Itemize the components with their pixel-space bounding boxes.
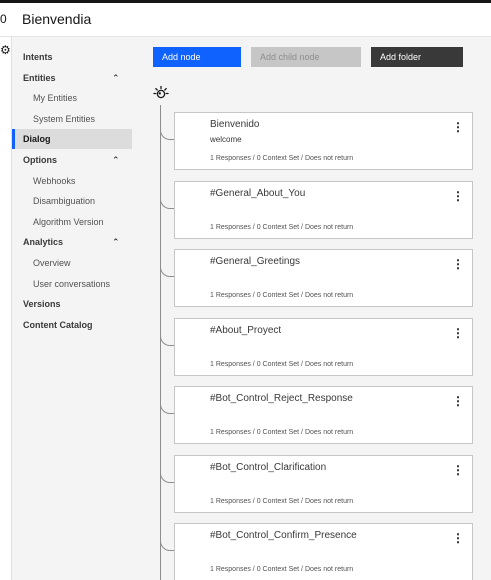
sidebar-item-dialog[interactable]: Dialog xyxy=(12,129,132,149)
watson-icon xyxy=(153,85,169,99)
sidebar-item-overview[interactable]: Overview xyxy=(12,253,132,273)
header-edge-glyph: 0 xyxy=(0,12,7,26)
sidebar-item-content-catalog[interactable]: Content Catalog xyxy=(12,315,132,335)
add-child-node-button: Add child node xyxy=(251,47,361,67)
overflow-menu-icon[interactable]: ⋮ xyxy=(452,326,464,342)
node-connector xyxy=(160,110,174,140)
overflow-menu-icon[interactable]: ⋮ xyxy=(452,257,464,273)
node-connector xyxy=(160,316,174,346)
sidebar-item-disambiguation[interactable]: Disambiguation xyxy=(12,191,132,211)
node-summary: 1 Responses / 0 Context Set / Does not r… xyxy=(210,566,354,573)
sidebar-item-system-entities[interactable]: System Entities xyxy=(12,109,132,129)
node-connector xyxy=(160,247,174,277)
sidebar-item-my-entities[interactable]: My Entities xyxy=(12,88,132,108)
sidebar-item-algorithm-version[interactable]: Algorithm Version xyxy=(12,212,132,232)
node-title: #About_Proyect xyxy=(210,325,282,336)
node-connector xyxy=(160,384,174,414)
node-summary: 1 Responses / 0 Context Set / Does not r… xyxy=(210,155,354,162)
node-title: #Bot_Control_Reject_Response xyxy=(210,393,353,404)
dialog-node[interactable]: Bienvenido welcome 1 Responses / 0 Context… xyxy=(174,112,473,170)
node-summary: 1 Responses / 0 Context Set / Does not r… xyxy=(210,498,354,505)
sidebar-item-label: Algorithm Version xyxy=(33,217,104,227)
node-title: #General_About_You xyxy=(210,188,306,199)
sidebar-item-label: Webhooks xyxy=(33,176,76,186)
left-rail: ⚙ xyxy=(0,37,12,580)
app-header: 0 Bienvendia xyxy=(0,3,491,37)
sidebar-item-label: System Entities xyxy=(33,114,96,124)
sidebar-item-entities[interactable]: Entities ⌃ xyxy=(12,68,132,88)
settings-icon[interactable]: ⚙ xyxy=(0,43,11,57)
chevron-up-icon[interactable]: ⌃ xyxy=(112,150,120,170)
chevron-up-icon[interactable]: ⌃ xyxy=(112,232,120,252)
sidebar-item-label: Intents xyxy=(23,52,53,62)
node-title: #Bot_Control_Confirm_Presence xyxy=(210,530,357,541)
node-title: #General_Greetings xyxy=(210,256,301,267)
overflow-menu-icon[interactable]: ⋮ xyxy=(452,463,464,479)
tree-line xyxy=(160,105,161,580)
node-summary: 1 Responses / 0 Context Set / Does not r… xyxy=(210,224,354,231)
sidebar-item-webhooks[interactable]: Webhooks xyxy=(12,171,132,191)
sidebar-item-label: Entities xyxy=(23,73,56,83)
chevron-up-icon[interactable]: ⌃ xyxy=(112,68,120,88)
node-title: Bienvenido xyxy=(210,119,260,130)
node-condition: welcome xyxy=(210,135,242,144)
node-connector xyxy=(160,453,174,483)
sidebar-item-label: Dialog xyxy=(23,134,51,144)
overflow-menu-icon[interactable]: ⋮ xyxy=(452,394,464,410)
sidebar-item-label: Overview xyxy=(33,258,71,268)
sidebar-item-label: Content Catalog xyxy=(23,320,93,330)
dialog-editor: Add node Add child node Add folder Bienv… xyxy=(140,37,491,580)
add-node-button[interactable]: Add node xyxy=(153,47,241,67)
node-summary: 1 Responses / 0 Context Set / Does not r… xyxy=(210,429,354,436)
sidebar-item-intents[interactable]: Intents xyxy=(12,47,132,67)
sidebar-item-label: User conversations xyxy=(33,279,111,289)
sidebar-item-label: Analytics xyxy=(23,237,64,247)
dialog-node[interactable]: #General_Greetings 1 Responses / 0 Contex… xyxy=(174,249,473,307)
dialog-node[interactable]: #Bot_Control_Confirm_Presence 1 Responses… xyxy=(174,523,473,580)
overflow-menu-icon[interactable]: ⋮ xyxy=(452,531,464,547)
dialog-node[interactable]: #General_About_You 1 Responses / 0 Contex… xyxy=(174,181,473,239)
node-title: #Bot_Control_Clarification xyxy=(210,462,327,473)
sidebar-item-analytics[interactable]: Analytics ⌃ xyxy=(12,232,132,252)
node-connector xyxy=(160,521,174,551)
overflow-menu-icon[interactable]: ⋮ xyxy=(452,120,464,136)
page-title: Bienvendia xyxy=(22,11,92,27)
sidebar-item-label: Disambiguation xyxy=(33,196,96,206)
sidebar-item-options[interactable]: Options ⌃ xyxy=(12,150,132,170)
sidebar-item-user-conversations[interactable]: User conversations xyxy=(12,274,132,294)
sidebar: Intents Entities ⌃ My Entities System Entiti… xyxy=(12,37,140,580)
dialog-node[interactable]: #Bot_Control_Clarification 1 Responses / … xyxy=(174,455,473,513)
sidebar-item-label: Options xyxy=(23,155,57,165)
node-summary: 1 Responses / 0 Context Set / Does not r… xyxy=(210,292,354,299)
dialog-node[interactable]: #Bot_Control_Reject_Response 1 Responses … xyxy=(174,386,473,444)
overflow-menu-icon[interactable]: ⋮ xyxy=(452,189,464,205)
sidebar-item-versions[interactable]: Versions xyxy=(12,294,132,314)
dialog-node[interactable]: #About_Proyect 1 Responses / 0 Context Se… xyxy=(174,318,473,376)
add-folder-button[interactable]: Add folder xyxy=(371,47,463,67)
node-summary: 1 Responses / 0 Context Set / Does not r… xyxy=(210,361,354,368)
sidebar-item-label: My Entities xyxy=(33,93,78,103)
node-connector xyxy=(160,179,174,209)
sidebar-item-label: Versions xyxy=(23,299,61,309)
